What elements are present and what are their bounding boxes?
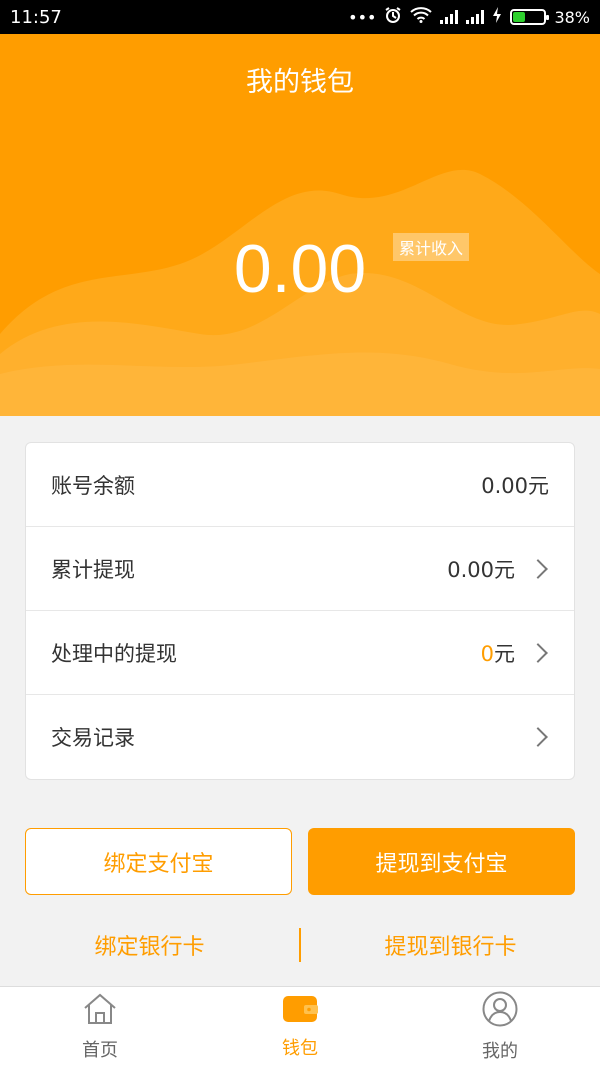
- row-value: 0.00元: [447, 557, 515, 582]
- wifi-icon: [410, 7, 433, 27]
- signal-icon: [440, 10, 459, 24]
- battery-icon: [510, 9, 550, 25]
- tab-label: 钱包: [282, 1038, 318, 1059]
- row-value: 0.00元: [481, 473, 549, 498]
- bind-bank-card-link[interactable]: 绑定银行卡: [0, 929, 299, 961]
- tab-label: 首页: [82, 1040, 118, 1061]
- chevron-right-icon: [528, 642, 548, 663]
- tab-mine[interactable]: 我的: [400, 987, 600, 1067]
- total-income-badge: 累计收入: [393, 233, 470, 261]
- wallet-header: 我的钱包 0.00 累计收入: [0, 34, 600, 416]
- home-icon: [82, 992, 118, 1030]
- page-title: 我的钱包: [246, 67, 354, 98]
- charging-icon: [492, 7, 502, 27]
- withdraw-bank-card-link[interactable]: 提现到银行卡: [301, 929, 600, 961]
- status-time: 11:57: [10, 6, 62, 28]
- user-icon: [482, 991, 518, 1031]
- withdraw-alipay-button[interactable]: 提现到支付宝: [308, 828, 575, 895]
- alarm-icon: [384, 6, 402, 28]
- row-account-balance: 账号余额 0.00元: [26, 443, 574, 527]
- status-icons: ••• 38%: [348, 6, 590, 28]
- pending-amount: 0: [480, 641, 494, 666]
- status-bar: 11:57 ••• 38%: [0, 0, 600, 34]
- row-label: 处理中的提现: [51, 641, 177, 666]
- tab-home[interactable]: 首页: [0, 987, 200, 1067]
- total-income-amount: 0.00: [233, 231, 367, 307]
- signal-icon: [466, 10, 485, 24]
- row-total-withdrawal[interactable]: 累计提现 0.00元: [26, 527, 574, 611]
- battery-percent: 38%: [554, 7, 590, 27]
- bind-alipay-button[interactable]: 绑定支付宝: [25, 828, 292, 895]
- bank-card-links: 绑定银行卡 提现到银行卡: [0, 920, 600, 970]
- row-label: 累计提现: [51, 557, 135, 582]
- wallet-icon: [282, 994, 318, 1028]
- wallet-info-card: 账号余额 0.00元 累计提现 0.00元 处理中的提现 0元 交易记录: [25, 442, 575, 780]
- dots-icon: •••: [348, 7, 377, 27]
- row-value: 0元: [481, 638, 515, 668]
- row-transaction-records[interactable]: 交易记录: [26, 695, 574, 779]
- row-label: 交易记录: [51, 726, 135, 750]
- row-label: 账号余额: [51, 473, 135, 498]
- bottom-nav: 首页 钱包 我的: [0, 986, 600, 1067]
- pending-unit: 元: [494, 641, 515, 666]
- chevron-right-icon: [528, 558, 548, 579]
- row-pending-withdrawal[interactable]: 处理中的提现 0元: [26, 611, 574, 695]
- tab-wallet[interactable]: 钱包: [200, 987, 400, 1067]
- chevron-right-icon: [528, 727, 548, 747]
- tab-label: 我的: [482, 1041, 518, 1062]
